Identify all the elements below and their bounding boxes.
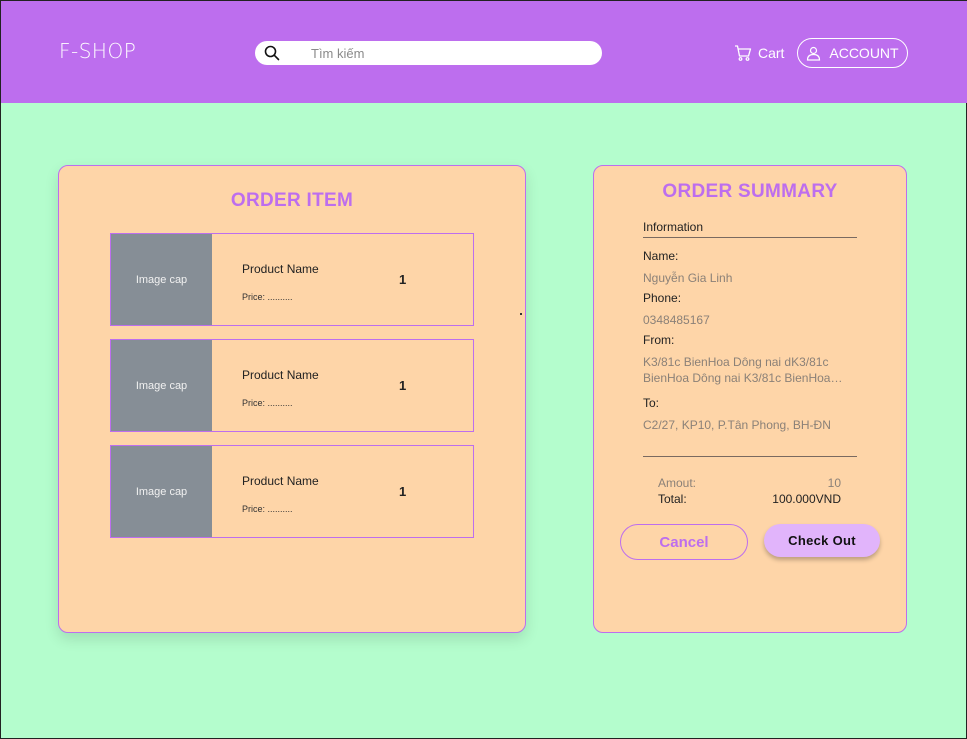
product-quantity: 1 [399,378,407,393]
name-value: Nguyễn Gia Linh [643,271,733,285]
cancel-button[interactable]: Cancel [620,524,748,560]
order-item[interactable]: Image cap Product Name Price: ..........… [110,233,474,326]
amount-label: Amout: [658,476,697,490]
order-item[interactable]: Image cap Product Name Price: ..........… [110,445,474,538]
phone-value: 0348485167 [643,313,710,327]
search-icon[interactable] [264,45,280,61]
product-name: Product Name [242,368,319,382]
product-price: Price: .......... [242,504,293,514]
product-name: Product Name [242,474,319,488]
total-label: Total: [658,492,687,506]
phone-label: Phone: [643,291,682,305]
cart-link[interactable]: Cart [734,43,784,63]
order-summary-title: ORDER SUMMARY [662,181,838,202]
from-value: K3/81c BienHoa Dông nai dK3/81c BienHoa … [643,355,831,385]
to-label: To: [643,396,660,410]
to-value: C2/27, KP10, P.Tân Phong, BH-ĐN [643,418,831,432]
from-label: From: [643,333,675,347]
search-bar[interactable] [255,41,602,65]
order-items-title: ORDER ITEM [230,190,354,211]
order-item[interactable]: Image cap Product Name Price: ..........… [110,339,474,432]
amount-value: 10 [827,476,841,490]
product-price: Price: .......... [242,398,293,408]
name-label: Name: [643,249,679,263]
product-price: Price: .......... [242,292,293,302]
product-image: Image cap [111,234,212,325]
product-name: Product Name [242,262,319,276]
product-quantity: 1 [399,484,407,499]
user-icon [807,46,821,61]
order-items-panel: ORDER ITEM Image cap Product Name Price:… [58,165,526,633]
product-image: Image cap [111,446,212,537]
product-quantity: 1 [399,272,407,287]
information-heading: Information [643,220,857,238]
header: F-SHOP Cart ACCOUNT [1,1,967,103]
account-button[interactable]: ACCOUNT [797,38,908,68]
summary-divider [643,456,857,457]
total-value: 100.000VND [772,492,841,506]
logo[interactable]: F-SHOP [59,39,136,63]
account-label: ACCOUNT [829,45,899,61]
cart-icon [735,45,752,61]
cart-label: Cart [758,45,785,61]
order-summary-panel: ORDER SUMMARY Information Name: Nguyễn G… [593,165,907,633]
product-image: Image cap [111,340,212,431]
stray-dot [520,313,522,315]
checkout-button[interactable]: Check Out [764,524,880,557]
search-input[interactable] [311,43,591,63]
